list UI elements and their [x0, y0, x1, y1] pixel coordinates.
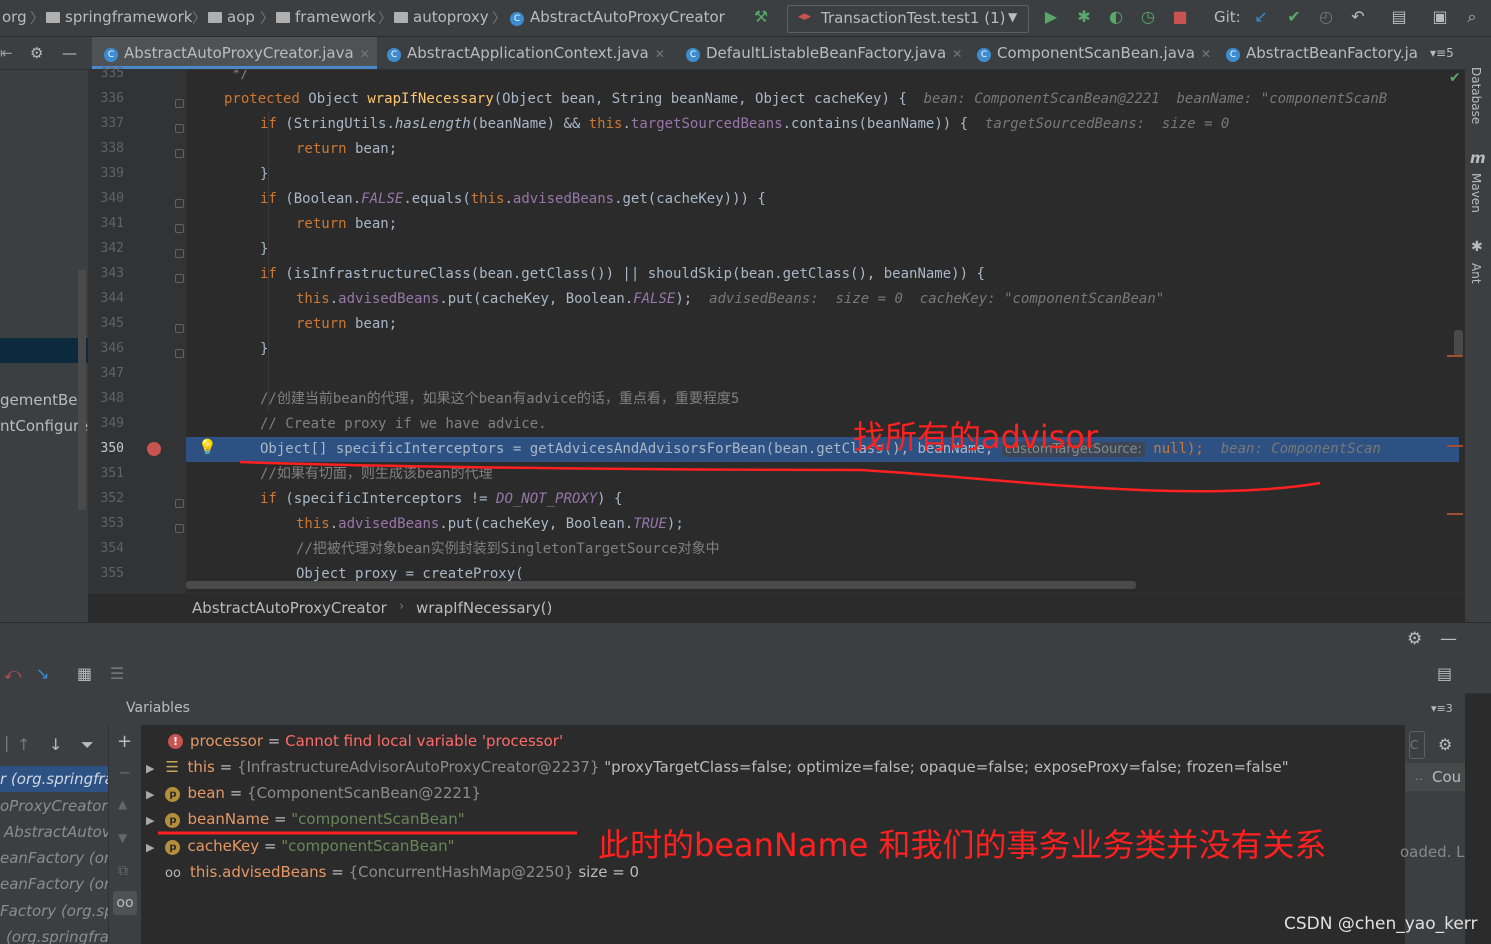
annotation-beanname: 此时的beanName 和我们的事务业务类并没有关系: [598, 826, 1327, 864]
annotation-layer: [158, 460, 1321, 835]
watermark: CSDN @chen_yao_kerr: [1284, 914, 1478, 934]
annotation-advisor: 找所有的advisor: [853, 418, 1099, 456]
underline-stroke: [239, 460, 1321, 493]
